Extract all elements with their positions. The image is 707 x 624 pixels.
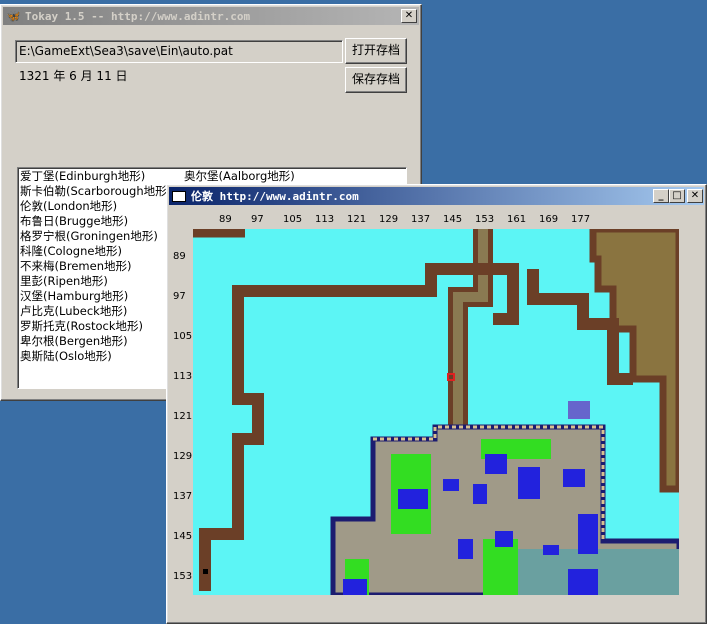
roof	[568, 569, 598, 595]
list-item[interactable]: 伦敦(London地形)	[20, 199, 171, 214]
roof	[578, 514, 598, 554]
map-title: 伦敦 http://www.adintr.com	[191, 190, 359, 203]
list-item[interactable]: 卑尔根(Bergen地形)	[20, 334, 171, 349]
y-tick-label: 97	[173, 291, 186, 302]
roof	[343, 579, 367, 595]
list-item[interactable]: 汉堡(Hamburg地形)	[20, 289, 171, 304]
list-item[interactable]: 不来梅(Bremen地形)	[20, 259, 171, 274]
y-tick-label: 129	[173, 451, 193, 462]
y-tick-label: 145	[173, 531, 193, 542]
x-tick-label: 177	[571, 214, 591, 225]
x-tick-label: 105	[283, 214, 303, 225]
list-item[interactable]: 斯卡伯勒(Scarborough地形)	[20, 184, 171, 199]
x-tick-label: 137	[411, 214, 431, 225]
list-item[interactable]: 卢比克(Lubeck地形)	[20, 304, 171, 319]
x-tick-label: 129	[379, 214, 399, 225]
roof	[398, 489, 428, 509]
save-save-button[interactable]: 保存存档	[345, 67, 407, 93]
main-titlebar[interactable]: 🦋 Tokay 1.5 -- http://www.adintr.com	[3, 7, 419, 25]
x-tick-label: 161	[507, 214, 527, 225]
map-canvas[interactable]	[193, 229, 679, 595]
roof	[495, 531, 513, 547]
y-tick-label: 89	[173, 251, 186, 262]
game-date: 1321 年 6 月 11 日	[19, 69, 128, 83]
x-tick-label: 97	[251, 214, 264, 225]
y-tick-label: 105	[173, 331, 193, 342]
main-title: Tokay 1.5 -- http://www.adintr.com	[24, 9, 251, 23]
x-tick-label: 153	[475, 214, 495, 225]
map-list-col1: 爱丁堡(Edinburgh地形) 斯卡伯勒(Scarborough地形) 伦敦(Lo…	[20, 169, 171, 364]
list-item[interactable]: 奥斯陆(Oslo地形)	[20, 349, 171, 364]
butterfly-icon: 🦋	[6, 9, 21, 23]
list-item[interactable]: 布鲁日(Brugge地形)	[20, 214, 171, 229]
save-path-field[interactable]: E:\GameExt\Sea3\save\Ein\auto.pat	[15, 40, 343, 63]
y-tick-label: 113	[173, 371, 193, 382]
y-tick-label: 137	[173, 491, 193, 502]
window-icon	[172, 190, 186, 202]
list-item[interactable]: 爱丁堡(Edinburgh地形)	[20, 169, 171, 184]
minimize-icon[interactable]: _	[653, 189, 669, 203]
list-item[interactable]: 格罗宁根(Groningen地形)	[20, 229, 171, 244]
open-save-button[interactable]: 打开存档	[345, 38, 407, 64]
map-list-col2: 奥尔堡(Aalborg地形)	[184, 169, 295, 184]
list-item[interactable]: 罗斯托克(Rostock地形)	[20, 319, 171, 334]
list-item[interactable]: 奥尔堡(Aalborg地形)	[184, 169, 295, 184]
roof	[568, 401, 590, 419]
roof	[485, 454, 507, 474]
map-window: 伦敦 http://www.adintr.com _ □ ✕ 89 97 105 11…	[166, 184, 707, 624]
roof	[473, 484, 487, 504]
roof	[518, 467, 540, 499]
roof	[563, 469, 585, 487]
roof	[443, 479, 459, 491]
x-tick-label: 113	[315, 214, 335, 225]
x-tick-label: 89	[219, 214, 232, 225]
map-titlebar[interactable]: 伦敦 http://www.adintr.com	[169, 187, 704, 205]
y-tick-label: 121	[173, 411, 193, 422]
close-icon[interactable]: ✕	[687, 189, 703, 203]
x-tick-label: 169	[539, 214, 559, 225]
y-tick-label: 153	[173, 571, 193, 582]
harbor-water	[518, 549, 679, 595]
roof	[543, 545, 559, 555]
list-item[interactable]: 科隆(Cologne地形)	[20, 244, 171, 259]
save-path-text: E:\GameExt\Sea3\save\Ein\auto.pat	[19, 44, 233, 58]
grass-area	[483, 539, 518, 595]
maximize-icon[interactable]: □	[669, 189, 685, 203]
shore-rock	[203, 569, 208, 574]
close-icon[interactable]: ✕	[401, 9, 417, 23]
x-tick-label: 145	[443, 214, 463, 225]
list-item[interactable]: 里彭(Ripen地形)	[20, 274, 171, 289]
x-tick-label: 121	[347, 214, 367, 225]
roof	[458, 539, 473, 559]
